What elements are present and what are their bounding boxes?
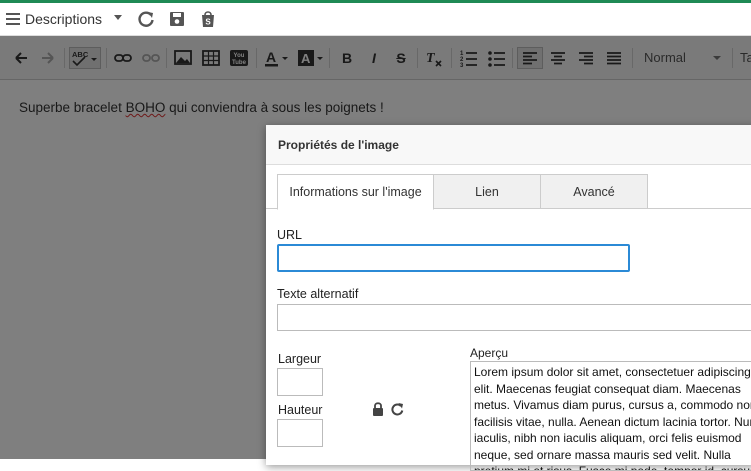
preview-label: Aperçu	[470, 346, 509, 360]
dialog-tabs: Informations sur l'image Lien Avancé	[266, 174, 751, 210]
save-icon[interactable]	[167, 9, 187, 29]
title-bar: Descriptions S	[0, 3, 751, 36]
lock-ratio-icon[interactable]	[371, 401, 385, 417]
dialog-title-bar[interactable]: Propriétés de l'image	[266, 125, 751, 165]
width-input[interactable]	[277, 368, 323, 396]
svg-text:S: S	[205, 18, 211, 27]
tab-link[interactable]: Lien	[433, 174, 541, 209]
height-input[interactable]	[277, 419, 323, 447]
url-input[interactable]	[277, 244, 630, 272]
width-label: Largeur	[278, 352, 322, 366]
shopify-bag-icon[interactable]: S	[198, 9, 218, 29]
image-properties-dialog: Propriétés de l'image Informations sur l…	[266, 125, 751, 471]
url-label: URL	[277, 228, 303, 242]
menu-icon[interactable]	[6, 13, 20, 25]
tab-image-info[interactable]: Informations sur l'image	[277, 174, 434, 210]
reset-size-icon[interactable]	[390, 401, 405, 417]
alt-text-input[interactable]	[277, 304, 751, 331]
image-preview-box: Lorem ipsum dolor sit amet, consectetuer…	[470, 361, 751, 471]
section-title[interactable]: Descriptions	[25, 11, 102, 27]
chevron-down-icon[interactable]	[114, 15, 122, 20]
dialog-title: Propriétés de l'image	[278, 138, 399, 152]
refresh-icon[interactable]	[136, 9, 156, 29]
height-label: Hauteur	[278, 403, 323, 417]
alt-text-label: Texte alternatif	[277, 287, 359, 301]
tab-advanced[interactable]: Avancé	[540, 174, 648, 209]
